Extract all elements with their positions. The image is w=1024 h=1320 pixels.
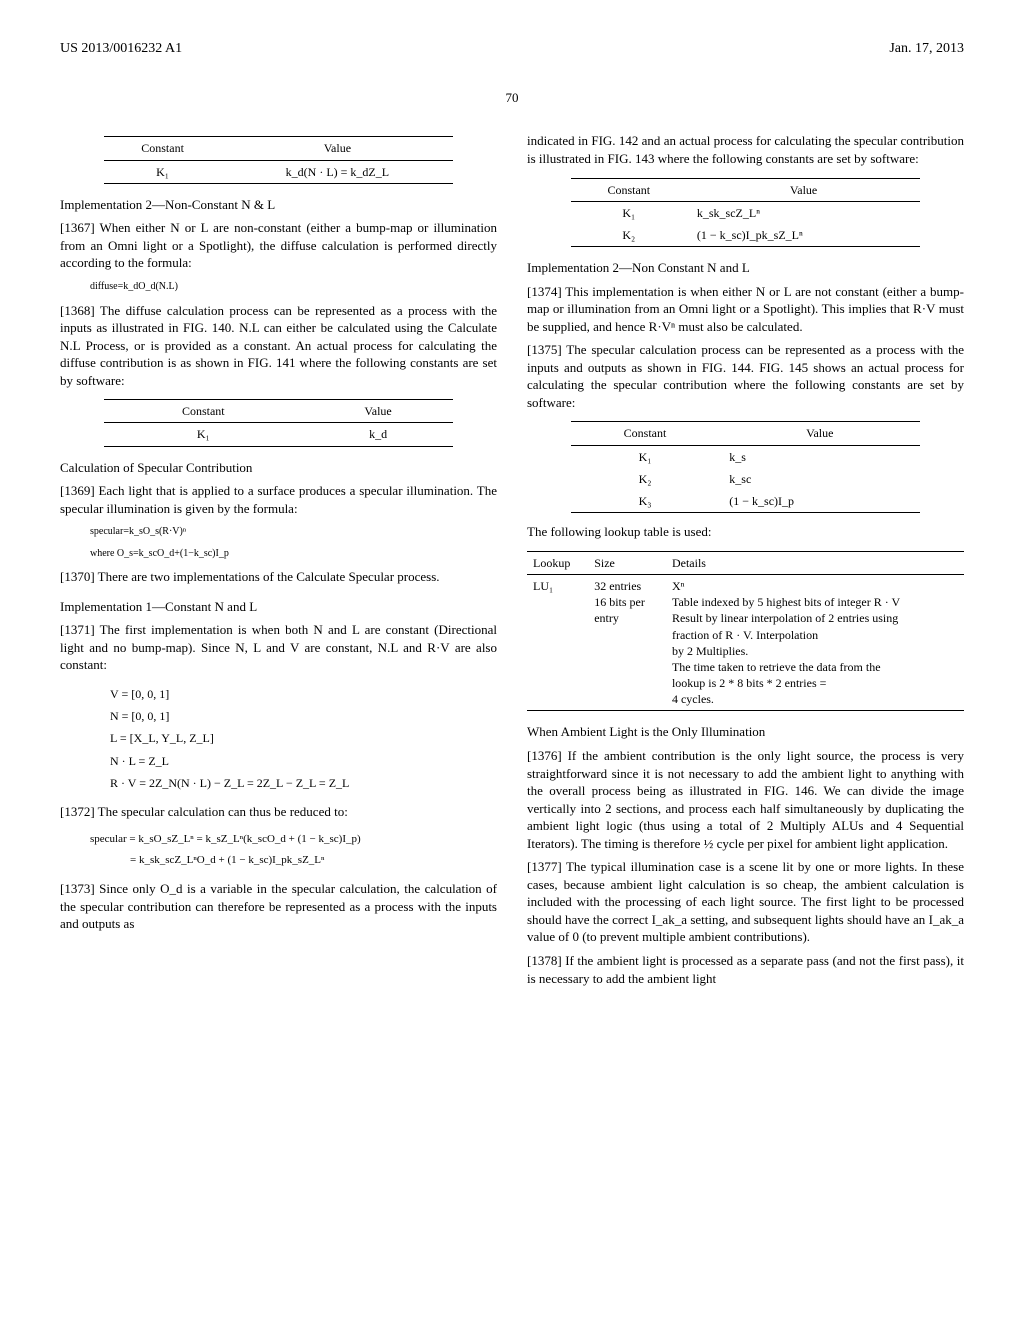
table-header: Lookup — [527, 551, 588, 574]
table-cell: k_s — [719, 445, 920, 468]
page-header: US 2013/0016232 A1 Jan. 17, 2013 — [60, 40, 964, 59]
vector-equations: V = [0, 0, 1] N = [0, 0, 1] L = [X_L, Y_… — [110, 686, 497, 791]
specular-derivation: specular = k_sO_sZ_Lⁿ = k_sZ_Lⁿ(k_scO_d … — [90, 832, 497, 868]
table-cell: K₁ — [571, 445, 720, 468]
table-header: Value — [303, 400, 453, 423]
paragraph-1373: [1373] Since only O_d is a variable in t… — [60, 880, 497, 933]
formula-diffuse: diffuse=k_dO_d(N.L) — [90, 280, 497, 294]
paragraph-1375: [1375] The specular calculation process … — [527, 341, 964, 411]
paragraph-1370: [1370] There are two implementations of … — [60, 568, 497, 586]
paragraph-1371: [1371] The first implementation is when … — [60, 621, 497, 674]
paragraph-1377: [1377] The typical illumination case is … — [527, 858, 964, 946]
table-cell: K₁ — [104, 160, 222, 183]
constant-table-4: Constant Value K₁ k_s K₂ k_sc K₃ (1 − k_… — [571, 421, 921, 513]
equation-line: L = [X_L, Y_L, Z_L] — [110, 730, 497, 746]
table-header: Constant — [104, 137, 222, 160]
constant-table-2: Constant Value K₁ k_d — [104, 399, 454, 446]
left-column: Constant Value K₁ k_d(N · L) = k_dZ_L Im… — [60, 126, 497, 993]
table-header: Constant — [571, 422, 720, 445]
equation-line: = k_sk_scZ_LⁿO_d + (1 − k_sc)I_pk_sZ_Lⁿ — [130, 853, 497, 868]
paragraph-1378: [1378] If the ambient light is processed… — [527, 952, 964, 987]
table-cell: 32 entries 16 bits per entry — [588, 574, 666, 711]
table-header: Details — [666, 551, 964, 574]
equation-line: N · L = Z_L — [110, 753, 497, 769]
equation-line: V = [0, 0, 1] — [110, 686, 497, 702]
table-cell: K₂ — [571, 468, 720, 490]
equation-line: N = [0, 0, 1] — [110, 708, 497, 724]
lookup-table: Lookup Size Details LU₁ 32 entries 16 bi… — [527, 551, 964, 712]
paragraph-1376: [1376] If the ambient contribution is th… — [527, 747, 964, 852]
right-column: indicated in FIG. 142 and an actual proc… — [527, 126, 964, 993]
table-cell: K₃ — [571, 490, 720, 513]
formula-specular: specular=k_sO_s(R·V)ⁿ — [90, 525, 497, 539]
table-header: Size — [588, 551, 666, 574]
table-header: Value — [221, 137, 453, 160]
table-cell: k_d — [303, 423, 453, 446]
subheading: Implementation 2—Non-Constant N & L — [60, 196, 497, 214]
constant-table-3: Constant Value K₁ k_sk_scZ_Lⁿ K₂ (1 − k_… — [571, 178, 921, 248]
table-cell: k_d(N · L) = k_dZ_L — [221, 160, 453, 183]
formula-os: where O_s=k_scO_d+(1−k_sc)I_p — [90, 547, 497, 561]
paragraph-1367: [1367] When either N or L are non-consta… — [60, 219, 497, 272]
table-cell: k_sc — [719, 468, 920, 490]
continuation-text: indicated in FIG. 142 and an actual proc… — [527, 132, 964, 167]
pub-number: US 2013/0016232 A1 — [60, 40, 182, 59]
table-cell: k_sk_scZ_Lⁿ — [687, 201, 920, 224]
paragraph-1369: [1369] Each light that is applied to a s… — [60, 482, 497, 517]
two-column-layout: Constant Value K₁ k_d(N · L) = k_dZ_L Im… — [60, 126, 964, 993]
table-header: Value — [719, 422, 920, 445]
paragraph-1368: [1368] The diffuse calculation process c… — [60, 302, 497, 390]
pub-date: Jan. 17, 2013 — [889, 40, 964, 59]
table-header: Constant — [104, 400, 303, 423]
table-cell: (1 − k_sc)I_p — [719, 490, 920, 513]
table-cell: (1 − k_sc)I_pk_sZ_Lⁿ — [687, 224, 920, 247]
constant-table-1: Constant Value K₁ k_d(N · L) = k_dZ_L — [104, 136, 454, 183]
subheading: Calculation of Specular Contribution — [60, 459, 497, 477]
table-cell: LU₁ — [527, 574, 588, 711]
subheading: Implementation 1—Constant N and L — [60, 598, 497, 616]
page-number: 70 — [60, 89, 964, 107]
paragraph-1374: [1374] This implementation is when eithe… — [527, 283, 964, 336]
table-cell: K₁ — [104, 423, 303, 446]
table-cell: K₂ — [571, 224, 687, 247]
table-cell: Xⁿ Table indexed by 5 highest bits of in… — [666, 574, 964, 711]
subheading: When Ambient Light is the Only Illuminat… — [527, 723, 964, 741]
lookup-intro: The following lookup table is used: — [527, 523, 964, 541]
table-header: Constant — [571, 178, 687, 201]
table-header: Value — [687, 178, 920, 201]
equation-line: specular = k_sO_sZ_Lⁿ = k_sZ_Lⁿ(k_scO_d … — [90, 832, 497, 847]
paragraph-1372: [1372] The specular calculation can thus… — [60, 803, 497, 821]
table-cell: K₁ — [571, 201, 687, 224]
equation-line: R · V = 2Z_N(N · L) − Z_L = 2Z_L − Z_L =… — [110, 775, 497, 791]
subheading: Implementation 2—Non Constant N and L — [527, 259, 964, 277]
